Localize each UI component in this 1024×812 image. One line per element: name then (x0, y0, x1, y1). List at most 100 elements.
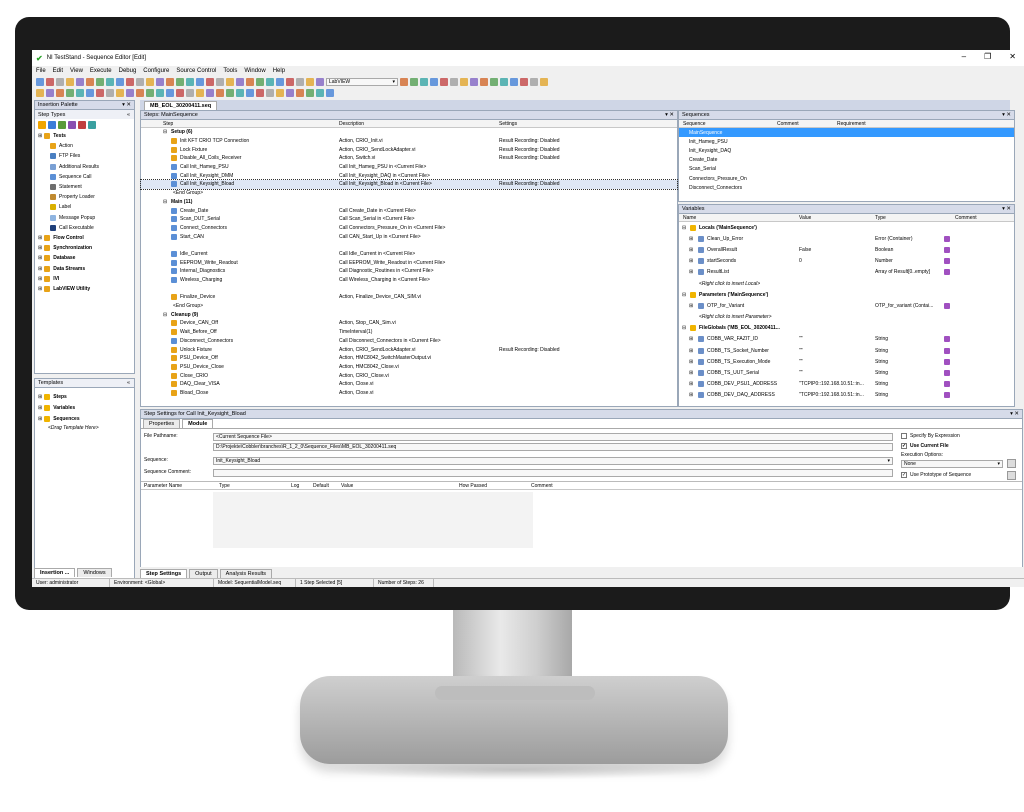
variable-row[interactable]: ⊟ FileGlobals ('MB_EOL_30200411... (679, 323, 1014, 334)
expand-icon[interactable]: ⊞ (38, 245, 42, 251)
toolbar-icon[interactable] (490, 77, 498, 86)
toolbar-icon[interactable] (116, 88, 124, 97)
config-icon[interactable] (68, 121, 76, 129)
collapse-icon[interactable]: ⊟ (163, 312, 167, 318)
toolbar-icon[interactable] (46, 88, 54, 97)
sequence-item[interactable]: Scan_Serial (679, 165, 1014, 174)
menu-help[interactable]: Help (273, 68, 285, 74)
toolbar-icon[interactable] (286, 77, 294, 86)
tab-step-settings[interactable]: Step Settings (140, 569, 188, 578)
use-prototype[interactable]: ✓ Use Prototype of Sequence (901, 472, 971, 478)
toolbar-icon[interactable] (256, 77, 264, 86)
edit-icon[interactable] (944, 258, 950, 265)
edit-icon[interactable] (944, 347, 950, 354)
step-type-item[interactable]: Property Loader (38, 192, 134, 202)
tab-analysis-results[interactable]: Analysis Results (219, 569, 273, 578)
menu-tools[interactable]: Tools (223, 68, 237, 74)
sequence-item[interactable]: Disconnect_Connectors (679, 183, 1014, 192)
step-row[interactable]: Idle_Current Call Idle_Current in <Curren… (141, 250, 677, 259)
step-type-item[interactable]: Additional Results (38, 162, 134, 172)
collapse-icon[interactable]: ⊟ (163, 129, 167, 135)
toolbar-icon[interactable] (236, 77, 244, 86)
toolbar-icon[interactable] (306, 88, 314, 97)
variable-row[interactable]: <Right click to insert Local> (679, 278, 1014, 289)
step-type-item[interactable]: Statement (38, 182, 134, 192)
toolbar-icon[interactable] (36, 77, 44, 86)
toolbar-icon[interactable] (316, 77, 324, 86)
step-row[interactable]: ⊟ Setup (6) (141, 128, 677, 137)
toolbar-icon[interactable] (410, 77, 418, 86)
col-comment[interactable]: Comment (777, 121, 799, 127)
expand-icon[interactable]: ⊞ (38, 286, 42, 292)
step-row[interactable]: PSU_Device_Close Action, HMC8042_Close.vi (141, 363, 677, 372)
toolbar-icon[interactable] (156, 88, 164, 97)
toolbar-icon[interactable] (276, 88, 284, 97)
template-item[interactable]: ⊞ Sequences (38, 413, 131, 424)
step-row[interactable]: Disconnect_Connectors Call Disconnect_Con… (141, 337, 677, 346)
step-row[interactable] (141, 284, 677, 293)
menu-edit[interactable]: Edit (53, 68, 63, 74)
grid-icon[interactable] (48, 121, 56, 129)
col-name[interactable]: Name (683, 215, 696, 221)
toolbar-icon[interactable] (440, 77, 448, 86)
menu-execute[interactable]: Execute (90, 68, 112, 74)
step-row[interactable]: Init KFT CRIO TCP Connection Action, CRIO… (141, 137, 677, 146)
edit-icon[interactable] (944, 392, 950, 399)
step-type-item[interactable]: Action (38, 141, 134, 151)
stop-icon[interactable] (78, 121, 86, 129)
step-row[interactable]: <End Group> (141, 189, 677, 198)
step-type-item[interactable]: ⊞ Tests (38, 131, 134, 141)
toolbar-icon[interactable] (470, 77, 478, 86)
step-row[interactable]: Disable_All_Coils_Receiver Action, Switch… (141, 154, 677, 163)
toolbar-icon[interactable] (186, 77, 194, 86)
col-type[interactable]: Type (875, 215, 886, 221)
step-row[interactable]: PSU_Device_Off Action, HMC8042_SwitchMast… (141, 354, 677, 363)
col-description[interactable]: Description (339, 121, 364, 127)
expand-icon[interactable]: ⊞ (38, 276, 42, 282)
toolbar-icon[interactable] (196, 88, 204, 97)
toolbar-icon[interactable] (296, 88, 304, 97)
sequence-item[interactable]: Connectors_Pressure_On (679, 174, 1014, 183)
col-value[interactable]: Value (799, 215, 811, 221)
toolbar-icon[interactable] (66, 88, 74, 97)
step-row[interactable]: Finalize_Device Action, Finalize_Device_C… (141, 293, 677, 302)
step-row[interactable]: Scan_DUT_Serial Call Scan_Serial in <Curr… (141, 215, 677, 224)
toolbar-icon[interactable] (216, 88, 224, 97)
sequence-item[interactable]: Init_Hameg_PSU (679, 137, 1014, 146)
toolbar-icon[interactable] (500, 77, 508, 86)
step-row[interactable]: EEPROM_Write_Readout Call EEPROM_Write_Re… (141, 258, 677, 267)
step-type-item[interactable]: ⊞ Database (38, 253, 134, 263)
folder-icon[interactable] (38, 121, 46, 129)
step-row[interactable]: Internal_Diagnostics Call Diagnostic_Rout… (141, 267, 677, 276)
variable-row[interactable]: ⊞ COBB_DEV_DAQ_ADDRESS "TCPIP0::192.168.10… (679, 390, 1014, 401)
tab-properties[interactable]: Properties (143, 419, 181, 428)
pin-icon[interactable]: ▾ ✕ (1010, 411, 1019, 417)
execution-options-select[interactable]: None ▾ (901, 460, 1003, 468)
variable-row[interactable]: ⊞ COBB_TS_Socket_Number "" String (679, 345, 1014, 356)
refresh-icon[interactable] (1007, 471, 1016, 480)
expand-icon[interactable]: ⊞ (38, 235, 42, 241)
menu-source-control[interactable]: Source Control (176, 68, 216, 74)
toolbar-icon[interactable] (286, 88, 294, 97)
edit-icon[interactable] (944, 235, 950, 242)
edit-icon[interactable] (944, 370, 950, 377)
menu-window[interactable]: Window (244, 68, 265, 74)
menu-debug[interactable]: Debug (119, 68, 137, 74)
pin-icon[interactable]: ▾ ✕ (122, 102, 131, 108)
expand-icon[interactable]: ⊞ (689, 381, 693, 387)
template-item[interactable]: ⊞ Steps (38, 391, 131, 402)
use-current-file[interactable]: ✓ Use Current File (901, 443, 949, 449)
menu-file[interactable]: File (36, 68, 46, 74)
variable-row[interactable]: ⊞ ResultList Array of Result[0..empty] (679, 267, 1014, 278)
toolbar-icon[interactable] (246, 88, 254, 97)
sequence-select[interactable]: Init_Keysight_Bload ▾ (213, 457, 893, 465)
variable-row[interactable]: ⊞ COBB_DEV_PSU1_ADDRESS "TCPIP0::192.168.1… (679, 379, 1014, 390)
toolbar-icon[interactable] (56, 88, 64, 97)
sequence-item[interactable]: Create_Date (679, 156, 1014, 165)
expand-icon[interactable]: ⊞ (38, 416, 42, 422)
expand-icon[interactable]: ⊞ (38, 394, 42, 400)
toolbar-icon[interactable] (540, 77, 548, 86)
toolbar-icon[interactable] (76, 77, 84, 86)
collapse-icon[interactable]: ⊟ (682, 225, 686, 231)
param-col-header[interactable]: Value (341, 483, 353, 489)
